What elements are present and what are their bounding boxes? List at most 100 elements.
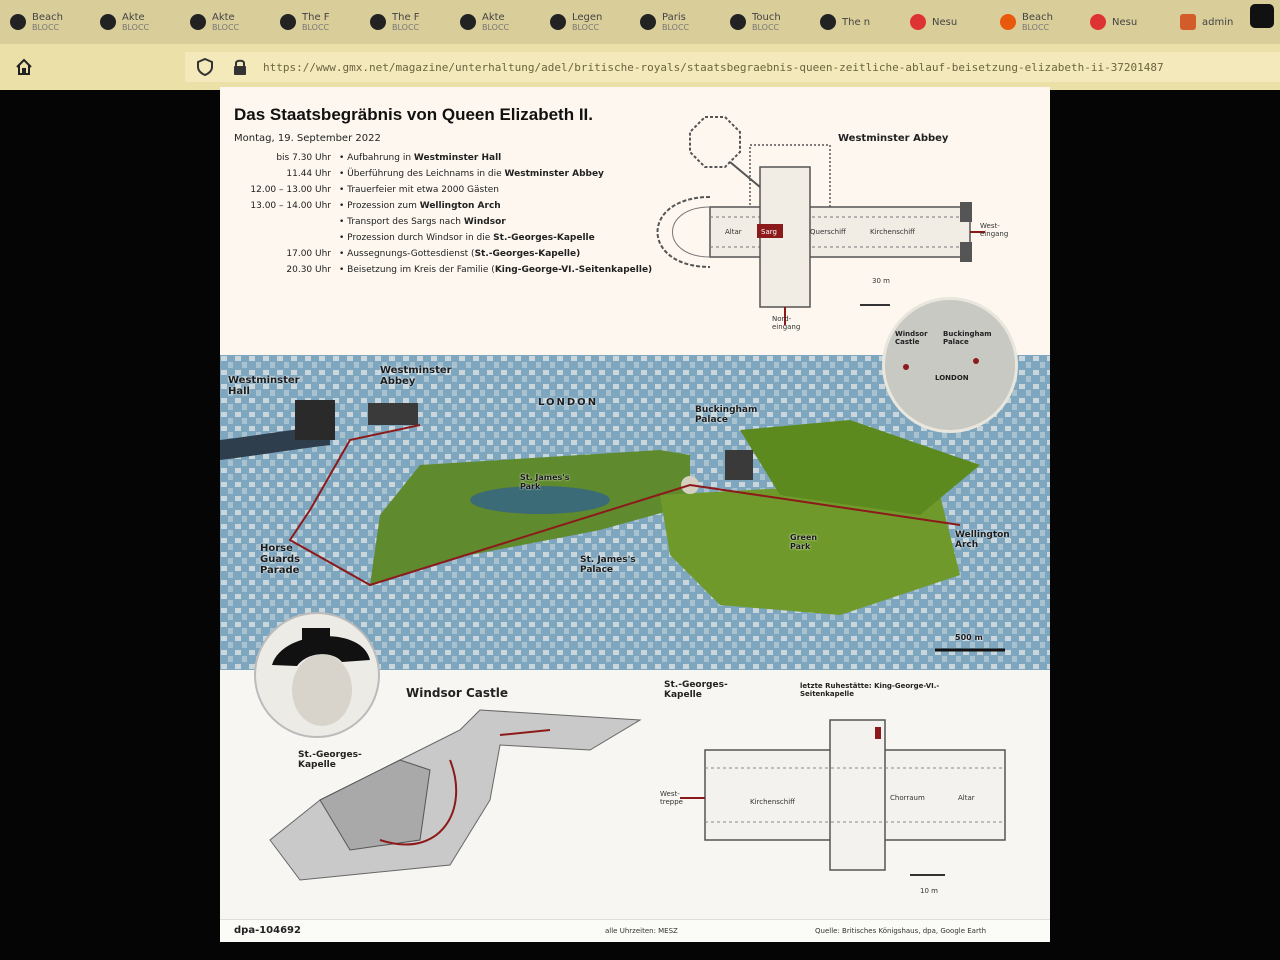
windsor-castle-illustration — [269, 709, 642, 881]
schedule-row: bis 7.30 Uhr Aufbahrung in Westminster Ha… — [234, 153, 654, 164]
url-text[interactable]: https://www.gmx.net/magazine/unterhaltun… — [263, 61, 1164, 74]
schedule-time — [234, 233, 339, 244]
schedule-location: Windsor — [463, 217, 506, 227]
schedule-text: Transport des Sargs nach — [347, 217, 464, 227]
tab-sublabel: BLOCC — [122, 23, 150, 32]
window-control-button[interactable] — [1250, 4, 1274, 28]
globe-icon — [460, 14, 476, 30]
schedule-time: 11.44 Uhr — [286, 169, 331, 179]
schedule-row: 12.00 – 13.00 Uhr Trauerfeier mit etwa 20… — [234, 185, 654, 196]
schedule-text: Beisetzung im Kreis der Familie ( — [347, 265, 495, 275]
infographic: Das Staatsbegräbnis von Queen Elizabeth … — [220, 87, 1050, 942]
home-button[interactable] — [6, 49, 42, 85]
locator-windsor-marker — [903, 364, 909, 370]
abbey-west-label: West-eingang — [980, 222, 1009, 238]
schedule-time — [234, 217, 339, 228]
address-bar[interactable]: https://www.gmx.net/magazine/unterhaltun… — [185, 52, 1280, 82]
tab-strip: Beach BLOCC Akte BLOCC Akte BLOCC The F BLOCC Th… — [0, 0, 1280, 44]
tab-sublabel: BLOCC — [752, 23, 780, 32]
navigation-bar: https://www.gmx.net/magazine/unterhaltun… — [0, 44, 1280, 90]
windsor-panel: Windsor Castle St.-Georges-Kapelle St.-G… — [220, 612, 1050, 942]
globe-icon — [730, 14, 746, 30]
globe-icon — [640, 14, 656, 30]
tab-label: The F — [392, 12, 420, 23]
tab-label: Touch — [752, 12, 781, 23]
schedule-row: Prozession durch Windsor in die St.-Geor… — [234, 233, 654, 244]
browser-tab[interactable]: The F BLOCC — [364, 4, 448, 40]
schedule-location: Westminster Abbey — [504, 169, 604, 179]
shield-icon[interactable] — [197, 58, 213, 76]
abbey-nave-label: Kirchenschiff — [870, 228, 915, 236]
media-icon — [1000, 14, 1016, 30]
tab-sublabel: BLOCC — [662, 23, 690, 32]
chapel-choir-label: Chorraum — [890, 794, 925, 802]
schedule-list: bis 7.30 Uhr Aufbahrung in Westminster Ha… — [234, 153, 654, 281]
schedule-text: Aussegnungs-Gottesdienst ( — [347, 249, 475, 259]
abbey-sarg-label: Sarg — [761, 228, 777, 236]
globe-icon — [190, 14, 206, 30]
timezone-note: alle Uhrzeiten: MESZ — [605, 927, 678, 935]
chapel-altar-label: Altar — [958, 794, 975, 802]
tab-text: The F BLOCC — [392, 12, 420, 32]
graphic-footer: dpa-104692 alle Uhrzeiten: MESZ Quelle: … — [220, 919, 1050, 942]
browser-tab[interactable]: Beach BLOCC — [4, 4, 88, 40]
tab-label: Akte — [482, 12, 505, 23]
schedule-row: 17.00 Uhr Aussegnungs-Gottesdienst (St.-G… — [234, 249, 654, 260]
tab-text: Legen BLOCC — [572, 12, 602, 32]
browser-tab[interactable]: Akte BLOCC — [184, 4, 268, 40]
locator-london-label: LONDON — [935, 374, 969, 382]
tab-text: The F BLOCC — [302, 12, 330, 32]
tab-sublabel: BLOCC — [1022, 23, 1050, 32]
credit-label: dpa-104692 — [234, 925, 301, 936]
schedule-time: 12.00 – 13.00 Uhr — [250, 185, 331, 195]
schedule-row: 11.44 Uhr Überführung des Leichnams in di… — [234, 169, 654, 180]
tab-text: Akte BLOCC — [212, 12, 239, 32]
browser-tab[interactable]: Akte BLOCC — [454, 4, 538, 40]
locator-palace-label: Buckingham Palace — [943, 330, 992, 346]
locator-map: Windsor Castle Buckingham Palace LONDON — [882, 297, 1018, 433]
chapel-nave-label: Kirchenschiff — [750, 798, 795, 806]
tab-label: Nesu — [1112, 16, 1138, 28]
chapel-west-label: West-treppe — [660, 790, 683, 806]
tab-text: Touch BLOCC — [752, 12, 781, 32]
browser-tab[interactable]: Legen BLOCC — [544, 4, 628, 40]
browser-tab[interactable]: Akte BLOCC — [94, 4, 178, 40]
schedule-time: 17.00 Uhr — [286, 249, 331, 259]
browser-tab[interactable]: Beach BLOCC — [994, 4, 1078, 40]
browser-tab[interactable]: Nesu — [1084, 4, 1168, 40]
map-westminster-hall-label: Westminster Hall — [228, 375, 300, 397]
browser-tab[interactable]: Nesu — [904, 4, 988, 40]
tab-sublabel: BLOCC — [482, 23, 510, 32]
schedule-location: St.-Georges-Kapelle — [493, 233, 595, 243]
globe-icon — [550, 14, 566, 30]
news-icon — [1090, 14, 1106, 30]
map-scale-label: 500 m — [955, 633, 983, 642]
schedule-location: Wellington Arch — [419, 201, 501, 211]
schedule-row: 13.00 – 14.00 Uhr Prozession zum Wellingt… — [234, 201, 654, 212]
globe-icon — [820, 14, 836, 30]
browser-tab[interactable]: The F BLOCC — [274, 4, 358, 40]
map-westminster-abbey-label: Westminster Abbey — [380, 365, 452, 387]
tab-sublabel: BLOCC — [572, 23, 600, 32]
tab-label: The F — [302, 12, 330, 23]
browser-tab[interactable]: Paris BLOCC — [634, 4, 718, 40]
schedule-time: 20.30 Uhr — [286, 265, 331, 275]
tab-label: Nesu — [932, 16, 958, 28]
abbey-altar-label: Altar — [725, 228, 742, 236]
browser-tab[interactable]: The n — [814, 4, 898, 40]
source-note: Quelle: Britisches Königshaus, dpa, Goog… — [815, 927, 987, 935]
news-icon — [910, 14, 926, 30]
tab-label: Beach — [1022, 12, 1053, 23]
chapel-resting-label: letzte Ruhestätte: King-George-VI.-Seite… — [800, 682, 940, 698]
schedule-text: Prozession durch Windsor in die — [347, 233, 494, 243]
browser-tab[interactable]: Touch BLOCC — [724, 4, 808, 40]
page-title: Das Staatsbegräbnis von Queen Elizabeth … — [234, 105, 593, 124]
tab-label: admin — [1202, 16, 1234, 28]
lock-icon[interactable] — [233, 58, 247, 76]
tab-text: Nesu — [932, 17, 957, 28]
browser-tab[interactable]: admin — [1174, 4, 1258, 40]
map-horse-guards-label: Horse Guards Parade — [260, 543, 301, 576]
schedule-row: Transport des Sargs nach Windsor — [234, 217, 654, 228]
map-st-james-palace-label: St. James's Palace — [580, 555, 636, 575]
abbey-scale-label: 30 m — [872, 277, 890, 285]
